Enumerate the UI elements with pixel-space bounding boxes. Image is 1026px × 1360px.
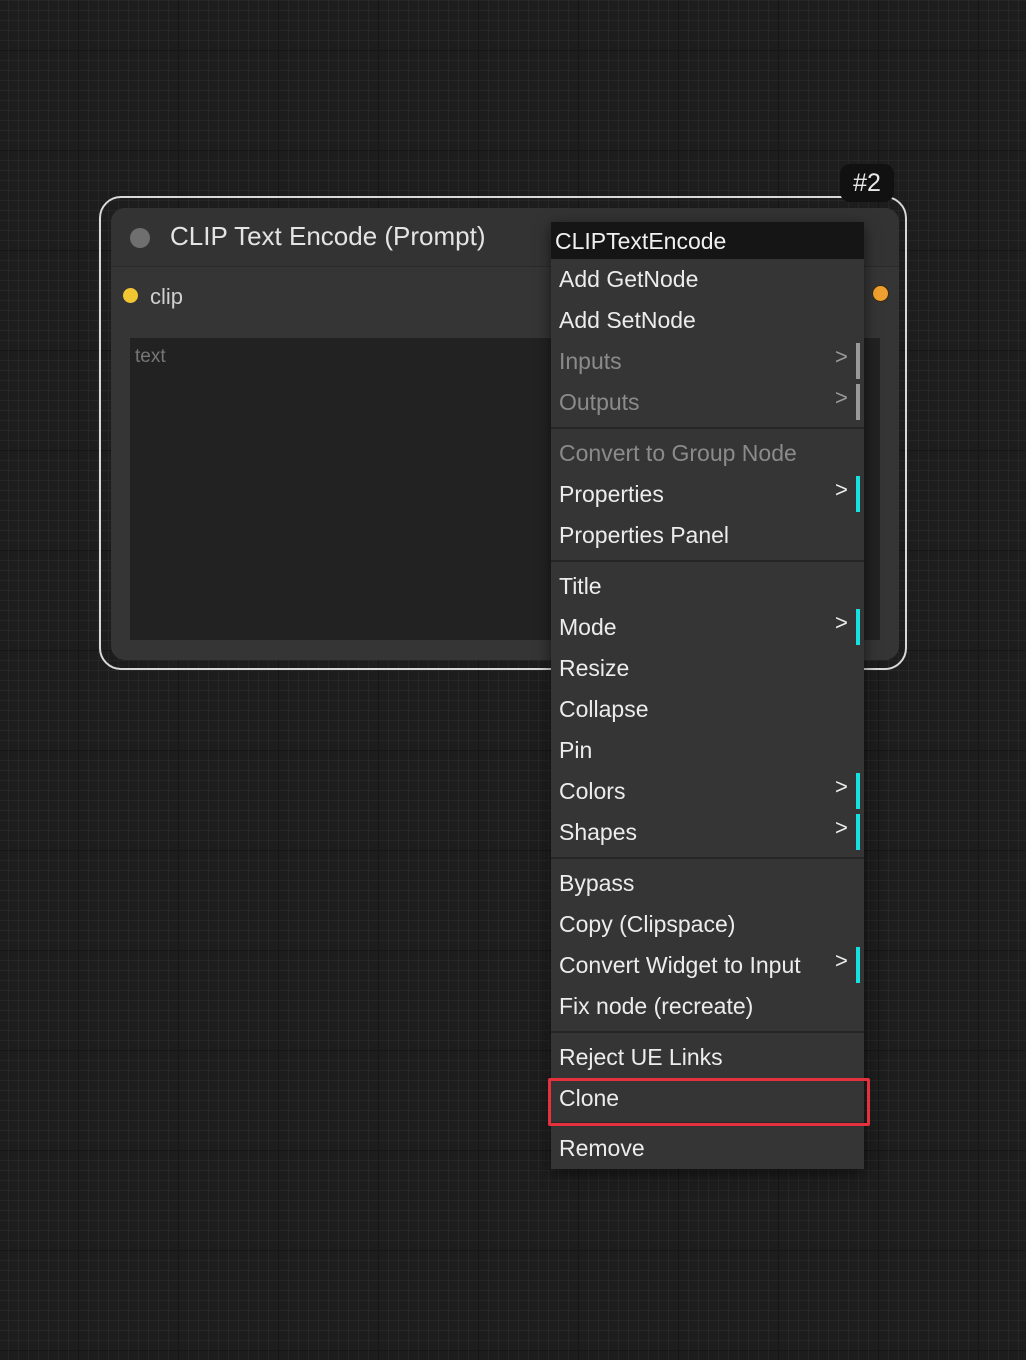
node-context-menu: CLIPTextEncode Add GetNode Add SetNode I… [551,222,864,1169]
menu-item-clone[interactable]: Clone [551,1078,864,1118]
menu-separator [551,423,864,433]
menu-item-resize[interactable]: Resize [551,648,864,689]
menu-item-label: Bypass [559,870,635,896]
menu-item-label: Reject UE Links [559,1044,723,1070]
menu-item-label: Clone [559,1085,620,1111]
submenu-indicator-icon [856,609,860,645]
menu-item-label: Mode [559,614,617,640]
menu-item-label: Colors [559,778,626,804]
collapse-dot-icon[interactable] [130,228,150,248]
menu-item-copy-clipspace[interactable]: Copy (Clipspace) [551,904,864,945]
menu-item-fix-node[interactable]: Fix node (recreate) [551,986,864,1027]
menu-item-label: Add SetNode [559,307,696,333]
menu-item-shapes[interactable]: Shapes > [551,812,864,853]
submenu-arrow-icon: > [835,477,848,502]
menu-item-reject-ue-links[interactable]: Reject UE Links [551,1037,864,1078]
menu-separator [551,853,864,863]
menu-item-label: Outputs [559,389,640,415]
menu-item-colors[interactable]: Colors > [551,771,864,812]
node-title: CLIP Text Encode (Prompt) [170,221,486,251]
submenu-indicator-icon [856,343,860,379]
menu-item-outputs[interactable]: Outputs > [551,382,864,423]
menu-item-title[interactable]: Title [551,566,864,607]
submenu-indicator-icon [856,773,860,809]
menu-item-convert-widget-to-input[interactable]: Convert Widget to Input > [551,945,864,986]
menu-item-label: Properties Panel [559,522,730,548]
menu-item-label: Title [559,573,602,599]
submenu-indicator-icon [856,476,860,512]
menu-separator [551,1027,864,1037]
menu-item-convert-to-group-node[interactable]: Convert to Group Node [551,433,864,474]
submenu-indicator-icon [856,814,860,850]
submenu-arrow-icon: > [835,815,848,840]
menu-item-label: Copy (Clipspace) [559,911,736,937]
submenu-arrow-icon: > [835,774,848,799]
output-slot-dot-icon[interactable] [873,286,888,301]
menu-item-label: Pin [559,737,593,763]
menu-item-collapse[interactable]: Collapse [551,689,864,730]
menu-item-add-getnode[interactable]: Add GetNode [551,259,864,300]
submenu-indicator-icon [856,947,860,983]
menu-separator [551,556,864,566]
input-slot-dot-icon[interactable] [123,288,138,303]
submenu-arrow-icon: > [835,948,848,973]
submenu-indicator-icon [856,384,860,420]
menu-item-label: Shapes [559,819,638,845]
menu-item-label: Inputs [559,348,622,374]
menu-header: CLIPTextEncode [551,222,864,259]
input-slot-label: clip [150,284,184,309]
menu-item-label: Properties [559,481,664,507]
menu-item-label: Remove [559,1135,645,1161]
menu-item-add-setnode[interactable]: Add SetNode [551,300,864,341]
menu-separator [551,1118,864,1128]
submenu-arrow-icon: > [835,610,848,635]
menu-item-pin[interactable]: Pin [551,730,864,771]
node-id-badge: #2 [840,164,894,202]
menu-item-label: Convert to Group Node [559,440,797,466]
menu-item-label: Convert Widget to Input [559,952,801,978]
submenu-arrow-icon: > [835,344,848,369]
menu-item-label: Resize [559,655,630,681]
submenu-arrow-icon: > [835,385,848,410]
menu-item-inputs[interactable]: Inputs > [551,341,864,382]
menu-item-bypass[interactable]: Bypass [551,863,864,904]
menu-item-remove[interactable]: Remove [551,1128,864,1169]
menu-item-properties[interactable]: Properties > [551,474,864,515]
menu-item-mode[interactable]: Mode > [551,607,864,648]
menu-item-properties-panel[interactable]: Properties Panel [551,515,864,556]
menu-item-label: Fix node (recreate) [559,993,754,1019]
menu-item-label: Collapse [559,696,649,722]
menu-item-label: Add GetNode [559,266,699,292]
